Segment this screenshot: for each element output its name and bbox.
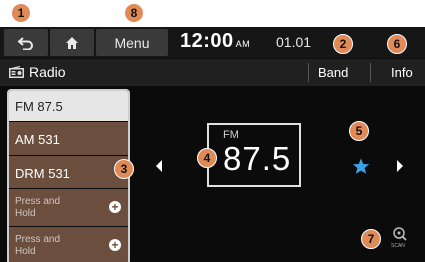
radio-screen: Menu 12:00 AM 01.01 Radio Band Info FM 87…	[0, 27, 425, 262]
scan-label: SCAN	[391, 243, 405, 249]
preset-item[interactable]: Press and Hold +	[9, 227, 128, 262]
callout-6: 6	[387, 34, 407, 54]
divider	[308, 63, 309, 82]
radio-icon	[9, 66, 24, 78]
band-button[interactable]: Band	[318, 65, 348, 80]
plus-icon: +	[109, 201, 121, 213]
preset-label: DRM 531	[15, 166, 70, 181]
preset-label: Press and Hold	[15, 234, 61, 257]
callout-3: 3	[114, 159, 134, 179]
info-button[interactable]: Info	[391, 65, 413, 80]
preset-item[interactable]: Press and Hold +	[9, 189, 128, 226]
preset-label: Press and Hold	[15, 196, 61, 219]
star-icon[interactable]	[352, 158, 370, 175]
callout-7: 7	[361, 229, 381, 249]
callout-8: 8	[124, 3, 144, 23]
callout-2: 2	[333, 34, 353, 54]
menu-label: Menu	[114, 34, 150, 51]
callout-1: 1	[11, 3, 31, 23]
preset-label: AM 531	[15, 132, 60, 147]
home-icon	[66, 36, 78, 49]
date: 01.01	[276, 34, 312, 50]
scan-icon	[393, 227, 407, 241]
home-button[interactable]	[50, 29, 94, 56]
back-button[interactable]	[4, 29, 48, 56]
plus-icon: +	[109, 239, 121, 251]
page-title: Radio	[29, 64, 66, 80]
top-bar: Menu 12:00 AM 01.01	[0, 27, 425, 58]
preset-item[interactable]: FM 87.5	[9, 91, 128, 121]
preset-item[interactable]: DRM 531	[9, 156, 128, 188]
clock-ampm: AM	[235, 39, 251, 49]
clock: 12:00 AM	[180, 30, 250, 53]
preset-item[interactable]: AM 531	[9, 122, 128, 155]
frequency-display: FM 87.5	[207, 123, 301, 187]
callout-5: 5	[349, 121, 369, 141]
callout-4: 4	[197, 148, 217, 168]
preset-list: FM 87.5 AM 531 DRM 531 Press and Hold + P…	[7, 89, 130, 262]
frequency-value: 87.5	[223, 140, 292, 177]
next-arrow-icon[interactable]	[395, 160, 405, 172]
menu-button[interactable]: Menu	[96, 29, 168, 56]
divider	[370, 63, 371, 82]
preset-label: FM 87.5	[15, 99, 63, 114]
back-arrow-icon	[17, 36, 33, 50]
scan-button[interactable]: SCAN	[389, 226, 411, 254]
previous-arrow-icon[interactable]	[154, 160, 164, 172]
clock-time: 12:00	[180, 30, 234, 52]
title-bar: Radio Band Info	[0, 59, 425, 86]
